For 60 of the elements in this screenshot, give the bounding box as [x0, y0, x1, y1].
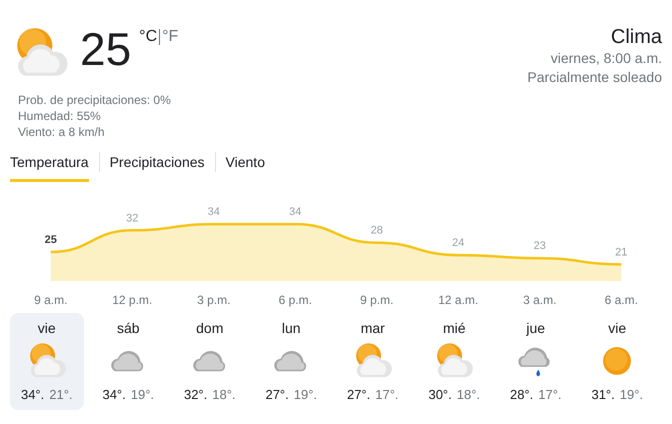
- day-forecast[interactable]: mié 30°. 18°.: [418, 313, 491, 410]
- unit-toggle[interactable]: °C: [137, 28, 160, 46]
- day-name: sáb: [116, 319, 140, 337]
- day-forecast[interactable]: vie 34°. 21°.: [10, 313, 84, 410]
- high-temperature: 28°.: [510, 387, 534, 402]
- high-temperature: 31°.: [591, 387, 615, 402]
- condition-text: Parcialmente soleado: [527, 68, 662, 87]
- time-label: 3 p.m.: [197, 293, 230, 307]
- value-label: 21: [615, 246, 628, 258]
- day-name: vie: [38, 319, 56, 337]
- weather-detail: Viento: a 8 km/h: [18, 124, 106, 140]
- low-temperature: 21°.: [49, 387, 73, 402]
- tab[interactable]: Precipitaciones: [110, 148, 205, 182]
- day-name: vie: [608, 319, 626, 337]
- current-temperature: 25: [80, 22, 132, 76]
- weather-title: Clima: [610, 25, 662, 49]
- low-temperature: 19°.: [620, 387, 644, 402]
- day-forecast[interactable]: mar 27°. 17°.: [336, 313, 410, 410]
- date-time: viernes, 8:00 a.m.: [550, 49, 662, 68]
- low-temperature: 17°.: [375, 387, 399, 402]
- day-name: mar: [360, 319, 385, 337]
- high-temperature: 27°.: [265, 387, 289, 402]
- weather-detail: Humedad: 55%: [18, 108, 102, 124]
- value-label: 28: [370, 224, 383, 237]
- low-temperature: 18°.: [456, 387, 480, 402]
- day-name: jue: [526, 319, 546, 337]
- low-temperature: 18°.: [212, 387, 236, 402]
- time-label: 12 a.m.: [438, 293, 478, 307]
- high-temperature: 30°.: [428, 387, 452, 402]
- day-name: dom: [196, 319, 224, 337]
- high-temperature: 34°.: [102, 387, 126, 402]
- value-label: 24: [452, 237, 464, 250]
- time-label: 6 p.m.: [278, 293, 312, 307]
- low-temperature: 19°.: [130, 387, 154, 402]
- unit-toggle[interactable]: °F: [160, 28, 180, 46]
- day-forecast[interactable]: sáb 34°. 19°.: [92, 313, 165, 410]
- day-name: lun: [282, 319, 301, 337]
- time-label: 9 a.m.: [34, 293, 68, 307]
- time-label: 12 p.m.: [112, 293, 152, 307]
- low-temperature: 17°.: [538, 387, 562, 402]
- value-label: 23: [534, 240, 546, 252]
- day-forecast[interactable]: dom 32°. 18°.: [173, 313, 246, 410]
- day-forecast[interactable]: jue 28°. 17°.: [499, 313, 572, 410]
- day-name: mié: [442, 319, 466, 337]
- day-forecast[interactable]: lun 27°. 19°.: [254, 313, 328, 410]
- day-forecast[interactable]: vie 31°. 19°.: [580, 313, 654, 410]
- weather-detail: Prob. de precipitaciones: 0%: [18, 92, 172, 108]
- value-label: 34: [289, 206, 302, 218]
- value-label: 32: [126, 212, 138, 224]
- time-label: 6 a.m.: [604, 293, 638, 307]
- time-label: 9 p.m.: [360, 293, 394, 307]
- tab[interactable]: Viento: [226, 148, 265, 182]
- time-label: 3 a.m.: [523, 293, 556, 307]
- value-label: 25: [44, 234, 57, 246]
- high-temperature: 32°.: [184, 387, 208, 402]
- tab[interactable]: Temperatura: [10, 148, 89, 182]
- high-temperature: 27°.: [346, 387, 370, 402]
- low-temperature: 19°.: [294, 387, 318, 402]
- high-temperature: 34°.: [20, 387, 44, 402]
- value-label: 34: [208, 206, 220, 218]
